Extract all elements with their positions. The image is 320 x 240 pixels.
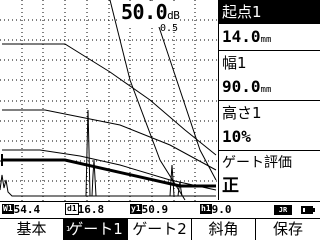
gate-start-number: 14.0 [222,27,261,46]
gate-start-value[interactable]: 14.0mm [219,24,320,50]
gate-width-value[interactable]: 90.0mm [219,74,320,100]
gate-evaluation-result: 正 [222,176,239,196]
gate-start-label[interactable]: 起点1 [219,0,320,24]
gate-start-unit: mm [260,35,272,45]
gate-width-number: 90.0 [222,77,261,96]
a-scan-display [0,0,217,201]
gate-width-label[interactable]: 幅1 [219,50,320,74]
gate-height-value[interactable]: 10% [219,124,320,150]
function-key-bar: 基本 1 ゲート1 ゲート2 斜角 保存 [0,219,320,240]
gain-unit: dB [167,9,180,22]
measurement-value: 9.0 [211,203,232,216]
echo-peak-1 [85,109,91,197]
measurement-value: 54.4 [13,203,41,216]
fkey-gate1[interactable]: 1 ゲート1 [64,219,128,240]
gain-value: 50.0 [121,0,168,24]
measurement-value: 50.9 [141,203,169,216]
measurement-w1: W154.4 [2,202,40,218]
gate-width-unit: mm [260,85,272,95]
flaw-detector-screen: 50.0dB 0.5 起点1 14.0mm 幅1 90.0mm 高さ1 10% … [0,0,320,240]
fkey-save[interactable]: 保存 [256,219,320,240]
gate-evaluation-label[interactable]: ゲート評価 [219,150,320,174]
fkey-gate1-label: ゲート1 [68,220,123,238]
gain-step: 0.5 [160,23,179,34]
battery-icon [301,206,315,214]
measurement-tag: y1 [130,204,142,214]
fkey-gate2[interactable]: ゲート2 [128,219,192,240]
measurement-value: 16.8 [77,203,105,216]
measurement-h1: h19.0 [200,202,232,218]
gate-parameter-panel: 起点1 14.0mm 幅1 90.0mm 高さ1 10% ゲート評価 正 [218,0,320,200]
mode-indicator: JR [274,205,292,215]
measurement-tag: d1 [65,203,79,215]
echo-peak-4 [177,181,183,197]
measurement-y1: y150.9 [130,202,168,218]
measurement-d1: d116.8 [65,202,105,218]
measurement-tag: W1 [2,204,14,214]
measurement-status-bar: W154.4 d116.8 y150.9 h19.0 JR [0,201,320,219]
fkey-gate1-index: 1 [66,225,71,233]
measurement-tag: h1 [200,204,212,214]
gate-height-label[interactable]: 高さ1 [219,100,320,124]
fkey-angle-beam[interactable]: 斜角 [192,219,256,240]
fkey-basic[interactable]: 基本 [0,219,64,240]
